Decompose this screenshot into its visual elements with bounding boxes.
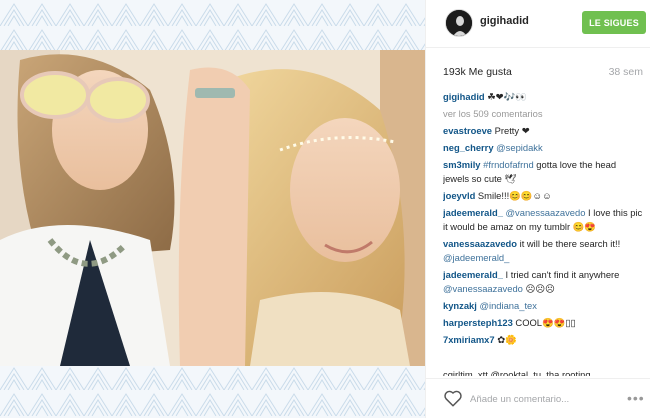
comment-hashtag[interactable]: #frndofafrnd [481, 159, 534, 170]
comment-text: I tried can't find it anywhere [502, 269, 620, 280]
comment-username[interactable]: jadeemerald_ [443, 269, 503, 280]
comment-username[interactable]: kynzakj [443, 300, 477, 311]
comment-bar: ••• [426, 378, 650, 418]
photo-illustration [0, 50, 425, 366]
comment-item: vanessaazavedo it will be there search i… [443, 237, 643, 265]
caption-username[interactable]: gigihadid [443, 91, 485, 102]
avatar[interactable] [445, 9, 473, 37]
comment-text-emoji: ☹☹☹ [522, 283, 555, 294]
likes-row: 193k Me gusta 38 sem [443, 66, 643, 80]
header-username[interactable]: gigihadid [480, 15, 529, 27]
heart-outline-icon[interactable] [443, 389, 463, 407]
comments-list: gigihadid ☘❤🎶👀 ver los 509 comentarios e… [443, 90, 643, 376]
post-sidebar: gigihadid LE SIGUES 193k Me gusta 38 sem… [425, 0, 650, 418]
avatar-image [446, 10, 472, 36]
comment-username[interactable]: neg_cherry [443, 142, 494, 153]
comment-username[interactable]: 7xmiriamx7 [443, 334, 495, 345]
comment-username[interactable]: jadeemerald_ [443, 207, 503, 218]
comment-item: jadeemerald_ I tried can't find it anywh… [443, 268, 643, 296]
comment-mention[interactable]: @vanessaazavedo [443, 283, 523, 294]
comment-text: ✿🌼 [494, 334, 517, 345]
caption-text: ☘❤🎶👀 [487, 91, 527, 102]
comment-item: harpersteph123 COOL😍😍▯▯ [443, 316, 643, 330]
post-header: gigihadid LE SIGUES [426, 0, 650, 48]
comment-mention[interactable]: @vanessaazavedo [503, 207, 586, 218]
comment-text: Smile!!!😊😊☺☺ [475, 190, 552, 201]
comment-item: jadeemerald_ @vanessaazavedo I love this… [443, 206, 643, 234]
comment-username[interactable]: vanessaazavedo [443, 238, 517, 249]
post-photo[interactable] [0, 50, 425, 366]
comment-mention[interactable]: @jadeemerald_ [443, 252, 509, 263]
comment-username[interactable]: evastroeve [443, 125, 492, 136]
comment-mention[interactable]: @indiana_tex [477, 300, 536, 311]
more-options-icon[interactable]: ••• [627, 391, 645, 405]
comment-username[interactable]: joeyvld [443, 190, 475, 201]
follow-button[interactable]: LE SIGUES [582, 11, 646, 34]
photo-container [0, 0, 425, 418]
comment-text: COOL😍😍▯▯ [512, 317, 576, 328]
post-age[interactable]: 38 sem [609, 66, 643, 78]
add-comment-input[interactable] [470, 391, 620, 407]
comment-username[interactable]: sm3mily [443, 159, 481, 170]
comment-item: 7xmiriamx7 ✿🌼 [443, 333, 643, 347]
comment-item: evastroeve Pretty ❤ [443, 124, 643, 138]
comment-mention[interactable]: @sepidakk [494, 142, 543, 153]
view-more-comments-link[interactable]: ver los 509 comentarios [443, 107, 643, 121]
instagram-post: gigihadid LE SIGUES 193k Me gusta 38 sem… [0, 0, 650, 418]
like-count[interactable]: 193k Me gusta [443, 66, 512, 78]
comment-item: joeyvld Smile!!!😊😊☺☺ [443, 189, 643, 203]
comment-item: neg_cherry @sepidakk [443, 141, 643, 155]
comment-username[interactable]: harpersteph123 [443, 317, 513, 328]
comment-text: Pretty ❤ [492, 125, 530, 136]
partially-hidden-comment: cgirltim_xtt @rooktal_tu_tha rooting [443, 369, 591, 376]
comment-text: it will be there search it!! [517, 238, 621, 249]
caption: gigihadid ☘❤🎶👀 [443, 90, 643, 104]
comment-item: sm3mily #frndofafrnd gotta love the head… [443, 158, 643, 186]
comment-item: kynzakj @indiana_tex [443, 299, 643, 313]
